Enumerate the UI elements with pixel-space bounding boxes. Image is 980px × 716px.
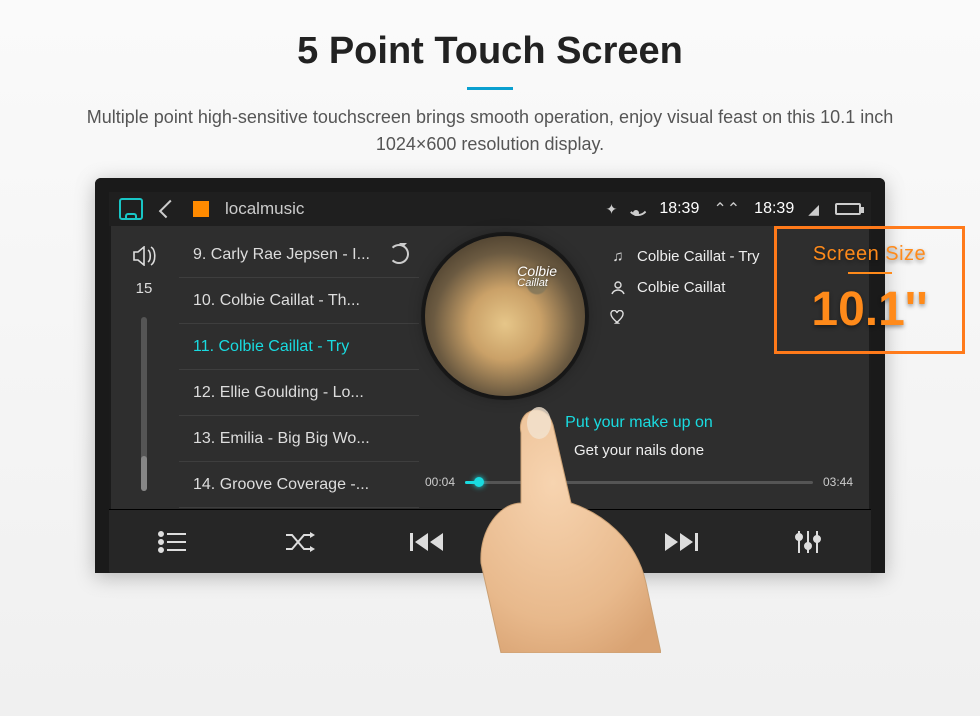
loop-icon[interactable]	[389, 244, 409, 264]
playlist-item-label: 13. Emilia - Big Big Wo...	[193, 430, 370, 447]
device-screen: localmusic ✦ 18:39 ⌃⌃ 18:39 ◢ 15	[95, 178, 885, 573]
equalizer-button[interactable]	[768, 530, 848, 554]
song-title-row: ♫ Colbie Caillat - Try	[609, 248, 760, 265]
playlist-item[interactable]: 14. Groove Coverage -...	[179, 462, 419, 508]
playlist-item[interactable]: 9. Carly Rae Jepsen - I...	[179, 232, 419, 278]
playlist-item-label: 12. Ellie Goulding - Lo...	[193, 384, 364, 401]
callout-divider	[848, 272, 892, 274]
playlist-item[interactable]: 10. Colbie Caillat - Th...	[179, 278, 419, 324]
status-time-1: 18:39	[659, 200, 699, 218]
lyric-next: Get your nails done	[425, 442, 853, 459]
playlist-item-label: 14. Groove Coverage -...	[193, 476, 369, 493]
playlist-item-label: 10. Colbie Caillat - Th...	[193, 292, 360, 309]
music-note-icon: ♫	[609, 248, 627, 265]
progress-slider[interactable]	[465, 481, 813, 484]
headline-divider	[467, 87, 513, 90]
album-cover[interactable]: Colbie Caillat	[425, 236, 585, 396]
next-button[interactable]	[641, 531, 721, 553]
prev-button[interactable]	[387, 531, 467, 553]
callout-value: 10.1''	[811, 282, 927, 337]
song-title: Colbie Caillat - Try	[637, 248, 760, 265]
playlist-item-label: 9. Carly Rae Jepsen - I...	[193, 246, 370, 263]
shuffle-button[interactable]	[260, 531, 340, 553]
status-app-title: localmusic	[225, 199, 304, 219]
person-icon	[609, 281, 627, 295]
marketing-headline: 5 Point Touch Screen	[0, 30, 980, 73]
pause-button[interactable]	[514, 529, 594, 555]
home-icon[interactable]	[119, 198, 143, 220]
status-bar: localmusic ✦ 18:39 ⌃⌃ 18:39 ◢	[109, 192, 871, 226]
marketing-subhead: Multiple point high-sensitive touchscree…	[75, 104, 905, 158]
media-controls	[109, 509, 871, 573]
volume-icon[interactable]	[132, 246, 156, 272]
wifi-icon	[627, 202, 645, 216]
playlist-item[interactable]: 13. Emilia - Big Big Wo...	[179, 416, 419, 462]
callout-label: Screen Size	[813, 243, 926, 266]
playlist[interactable]: 9. Carly Rae Jepsen - I... 10. Colbie Ca…	[179, 226, 419, 509]
back-icon[interactable]	[159, 200, 177, 218]
battery-icon	[835, 203, 861, 215]
favorite-row[interactable]	[609, 310, 760, 324]
playlist-item-active[interactable]: 11. Colbie Caillat - Try	[179, 324, 419, 370]
lyric-current: Put your make up on	[425, 414, 853, 432]
playlist-button[interactable]	[133, 531, 213, 553]
status-time-2: 18:39	[754, 200, 794, 218]
signal-icon: ◢	[808, 201, 819, 218]
time-elapsed: 00:04	[425, 475, 455, 489]
volume-slider[interactable]	[141, 317, 147, 491]
heart-icon[interactable]	[609, 310, 627, 324]
chevron-up-icon: ⌃⌃	[713, 199, 740, 219]
artist-name: Colbie Caillat	[637, 279, 725, 296]
lyrics: Put your make up on Get your nails done	[425, 414, 853, 459]
artist-row: Colbie Caillat	[609, 279, 760, 296]
volume-panel: 15	[109, 226, 179, 509]
bluetooth-icon: ✦	[606, 201, 618, 218]
screen-size-callout: Screen Size 10.1''	[774, 226, 965, 354]
volume-level: 15	[136, 280, 153, 297]
time-total: 03:44	[823, 475, 853, 489]
playlist-item[interactable]: 12. Ellie Goulding - Lo...	[179, 370, 419, 416]
music-app-icon	[193, 201, 209, 217]
cover-artist-label: Colbie Caillat	[517, 264, 557, 289]
playlist-item-label: 11. Colbie Caillat - Try	[193, 338, 349, 355]
